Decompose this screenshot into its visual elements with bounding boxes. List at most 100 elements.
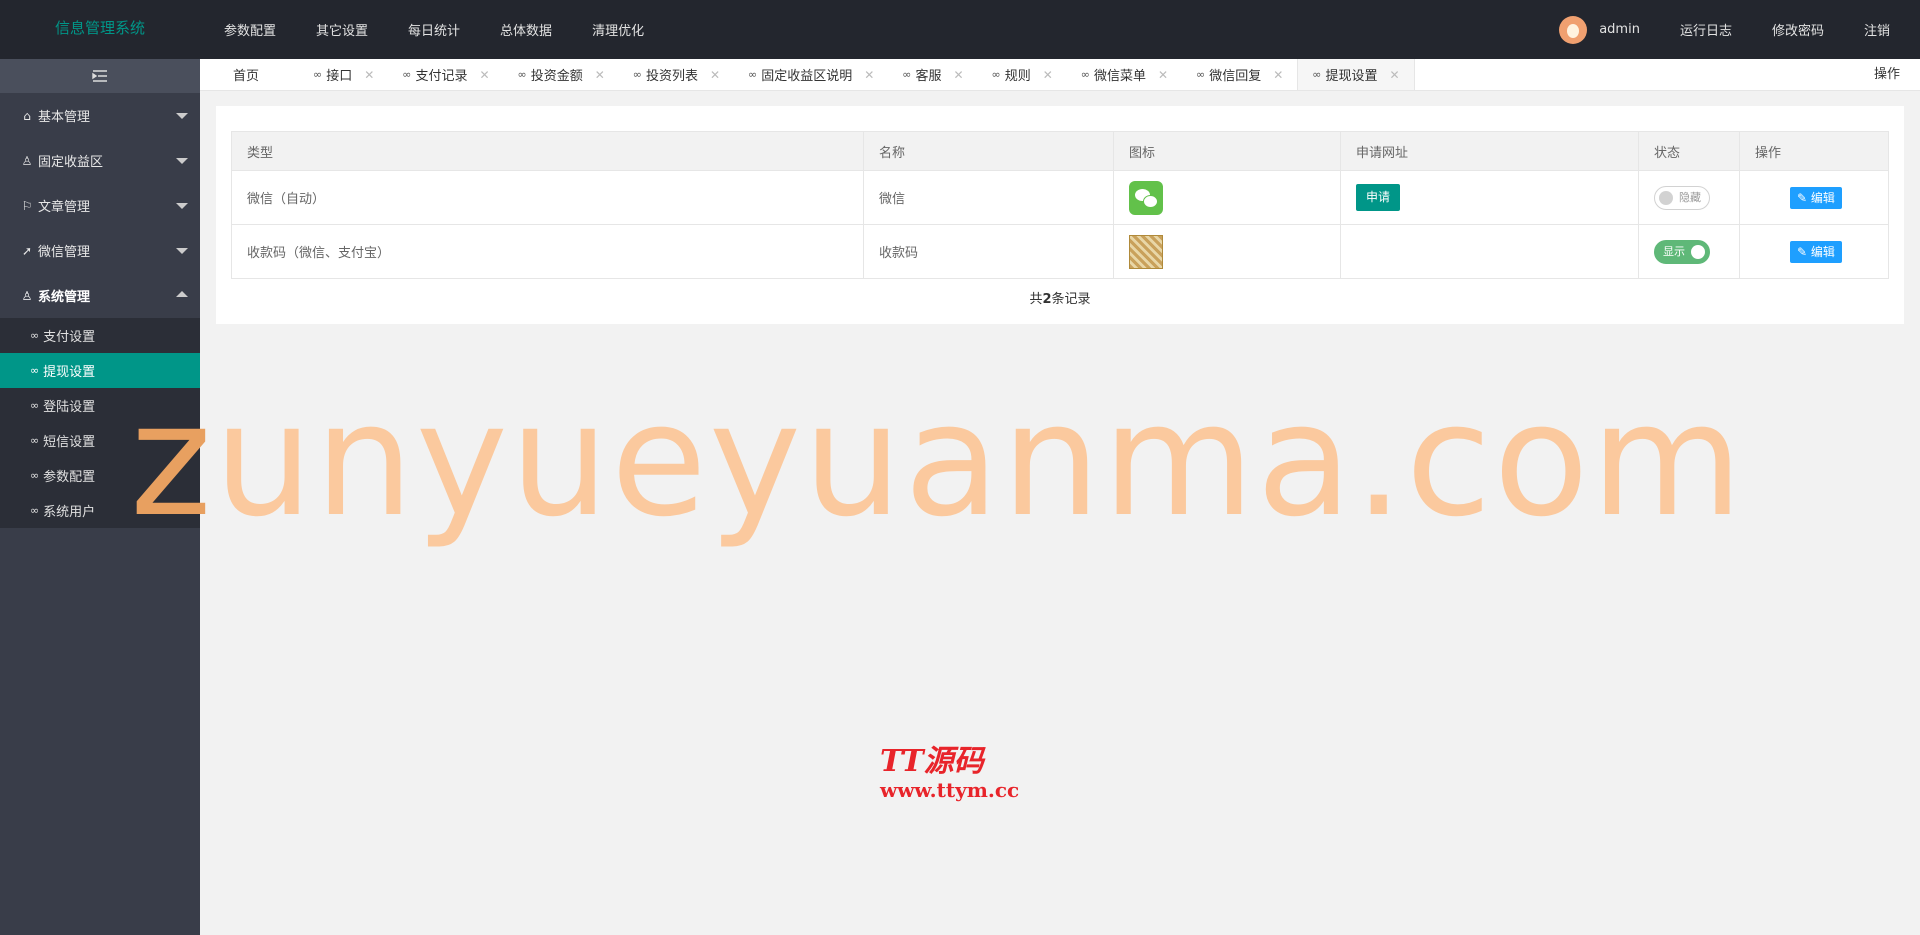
status-toggle[interactable]: 隐藏 [1654,185,1710,210]
col-icon: 图标 [1113,131,1341,171]
user-icon: ♙ [21,288,33,303]
cell-icon [1113,224,1341,279]
logout-link[interactable]: 注销 [1864,20,1890,39]
sidebar-item-articles[interactable]: ⚐ 文章管理 [0,183,200,228]
tab-rules[interactable]: ∞ 规则 ✕ [978,59,1067,90]
cell-name: 微信 [863,170,1114,225]
sub-label: 登陆设置 [43,400,96,415]
tab-label: 接口 [326,69,353,84]
nav-daily-stats[interactable]: 每日统计 [388,20,480,39]
tab-interface[interactable]: ∞ 接口 ✕ [299,59,388,90]
close-icon[interactable]: ✕ [1389,68,1399,82]
cell-type: 微信（自动） [231,170,864,225]
tab-label: 提现设置 [1325,69,1378,84]
sidebar-item-basic[interactable]: ⌂ 基本管理 [0,93,200,138]
edit-label: 编辑 [1810,190,1835,205]
link-icon: ∞ [30,469,40,482]
edit-icon: ✎ [1797,244,1808,259]
close-icon[interactable]: ✕ [1158,68,1168,82]
link-icon: ∞ [30,504,40,517]
cell-status: 显示 [1638,224,1740,279]
sidebar-sub-payment[interactable]: ∞ 支付设置 [0,318,200,353]
username: admin [1599,22,1640,37]
cell-type: 收款码（微信、支付宝） [231,224,864,279]
close-icon[interactable]: ✕ [1043,68,1053,82]
withdraw-table: 类型 名称 图标 申请网址 状态 操作 微信（自动） 微信 申请 隐藏 ✎ 编辑… [231,131,1889,279]
tab-invest-amount[interactable]: ∞ 投资金额 ✕ [504,59,619,90]
change-password-link[interactable]: 修改密码 [1772,20,1824,39]
sidebar-item-wechat[interactable]: ➚ 微信管理 [0,228,200,273]
col-apply-url: 申请网址 [1340,131,1639,171]
send-icon: ➚ [21,243,33,258]
link-icon: ∞ [1080,68,1090,81]
tab-home[interactable]: 首页 [200,59,299,90]
cell-name: 收款码 [863,224,1114,279]
nav-cleanup[interactable]: 清理优化 [572,20,664,39]
close-icon[interactable]: ✕ [710,68,720,82]
link-icon: ∞ [902,68,912,81]
close-icon[interactable]: ✕ [479,68,489,82]
link-icon: ∞ [313,68,323,81]
total-prefix: 共 [1029,292,1043,307]
link-icon: ∞ [991,68,1001,81]
table-row: 微信（自动） 微信 申请 隐藏 ✎ 编辑 [231,170,1889,225]
qrcode-image [1129,234,1163,269]
link-icon: ∞ [30,329,40,342]
edit-button[interactable]: ✎ 编辑 [1790,240,1842,263]
sidebar-item-system[interactable]: ♙ 系统管理 [0,273,200,318]
tab-wechat-menu[interactable]: ∞ 微信菜单 ✕ [1067,59,1182,90]
tab-withdraw-settings[interactable]: ∞ 提现设置 ✕ [1297,59,1415,90]
cell-operation: ✎ 编辑 [1739,224,1889,279]
tab-invest-list[interactable]: ∞ 投资列表 ✕ [619,59,734,90]
close-icon[interactable]: ✕ [953,68,963,82]
nav-params[interactable]: 参数配置 [204,20,296,39]
top-header: 信息管理系统 参数配置 其它设置 每日统计 总体数据 清理优化 admin 运行… [0,0,1920,59]
tab-label: 首页 [233,69,260,84]
run-log-link[interactable]: 运行日志 [1680,20,1732,39]
sidebar-item-label: 系统管理 [38,290,91,305]
brand-line1: TT源码 [880,744,984,779]
caret-down-icon [176,113,188,119]
sidebar-item-fixed-income[interactable]: ♙ 固定收益区 [0,138,200,183]
cell-apply: 申请 [1340,170,1639,225]
sidebar-item-label: 固定收益区 [38,155,104,170]
tab-label: 支付记录 [415,69,468,84]
edit-button[interactable]: ✎ 编辑 [1790,186,1842,209]
apply-button[interactable]: 申请 [1356,184,1401,211]
tab-label: 规则 [1004,69,1031,84]
col-operation: 操作 [1739,131,1889,171]
tab-label: 微信回复 [1209,69,1262,84]
link-icon: ∞ [30,364,40,377]
watermark-text: zunyueyuanma.com [130,382,1745,538]
nav-other-settings[interactable]: 其它设置 [296,20,388,39]
tab-operations[interactable]: 操作 [1874,59,1900,91]
sidebar-item-label: 微信管理 [38,245,91,260]
sidebar-toggle[interactable] [0,59,200,93]
watermark-first: z [130,369,214,551]
close-icon[interactable]: ✕ [864,68,874,82]
close-icon[interactable]: ✕ [364,68,374,82]
top-nav: 参数配置 其它设置 每日统计 总体数据 清理优化 [204,0,664,59]
tab-customer-service[interactable]: ∞ 客服 ✕ [888,59,977,90]
flag-icon: ⚐ [21,198,33,213]
nav-overall-data[interactable]: 总体数据 [480,20,572,39]
cell-status: 隐藏 [1638,170,1740,225]
tab-label: 投资金额 [530,69,583,84]
user-menu[interactable]: admin [1559,15,1640,44]
link-icon: ∞ [748,68,758,81]
tab-payment-records[interactable]: ∞ 支付记录 ✕ [388,59,503,90]
link-icon: ∞ [30,399,40,412]
total-suffix: 条记录 [1051,292,1091,307]
tab-fixed-income-desc[interactable]: ∞ 固定收益区说明 ✕ [734,59,888,90]
sub-label: 短信设置 [43,435,96,450]
link-icon: ∞ [30,434,40,447]
edit-label: 编辑 [1810,244,1835,259]
link-icon: ∞ [402,68,412,81]
close-icon[interactable]: ✕ [1273,68,1283,82]
brand-logo: TT源码 www.ttym.cc [880,745,1019,802]
caret-down-icon [176,203,188,209]
app-logo[interactable]: 信息管理系统 [0,0,200,59]
close-icon[interactable]: ✕ [595,68,605,82]
status-toggle[interactable]: 显示 [1654,239,1710,264]
tab-wechat-reply[interactable]: ∞ 微信回复 ✕ [1182,59,1297,90]
